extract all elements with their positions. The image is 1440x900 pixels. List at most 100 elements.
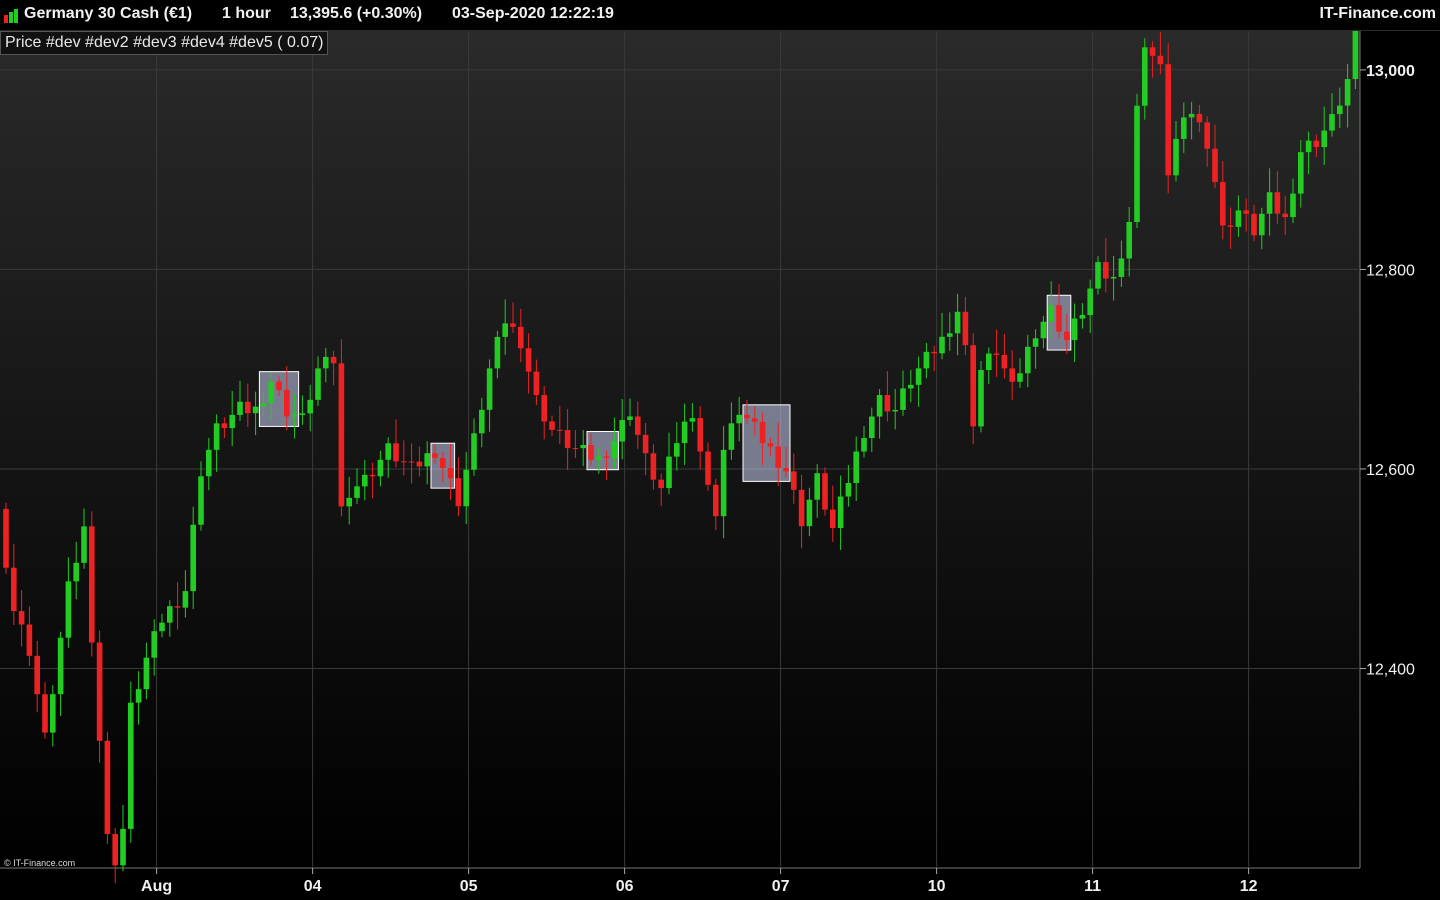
candle-body-113 — [884, 395, 891, 412]
timestamp: 03-Sep-2020 12:22:19 — [452, 5, 614, 22]
candle-body-121 — [947, 333, 953, 337]
x-tick-label-4: 07 — [772, 878, 790, 895]
title-bar: Germany 30 Cash (€1) 1 hour 13,395.6 (+0… — [0, 0, 1440, 31]
candle-body-105 — [822, 473, 828, 510]
candle-body-57 — [447, 468, 454, 479]
candle-body-81 — [635, 416, 641, 435]
candle-body-91 — [713, 484, 719, 517]
candle-body-48 — [377, 459, 384, 477]
candle-body-129 — [1009, 368, 1015, 382]
candle-body-155 — [1212, 148, 1218, 183]
candle-body-56 — [440, 457, 446, 469]
candle-body-76 — [596, 456, 602, 460]
candle-body-147 — [1149, 47, 1156, 56]
candle-body-10 — [81, 526, 87, 563]
candle-body-172 — [1344, 79, 1351, 106]
candle-body-93 — [728, 423, 735, 450]
candle-body-152 — [1188, 113, 1195, 118]
candle-body-167 — [1305, 140, 1312, 153]
x-axis-panel[interactable] — [0, 868, 1440, 900]
candle-body-118 — [923, 351, 930, 369]
candle-body-88 — [689, 418, 696, 422]
candle-body-142 — [1110, 276, 1117, 279]
timeframe[interactable]: 1 hour — [222, 5, 271, 23]
candle-body-46 — [362, 474, 368, 487]
candle-body-3 — [26, 624, 33, 656]
candle-body-70 — [549, 421, 555, 430]
candle-body-134 — [1048, 305, 1054, 322]
candle-body-20 — [159, 622, 165, 632]
candle-body-95 — [744, 414, 750, 419]
candle-body-103 — [806, 499, 813, 527]
candle-body-68 — [533, 371, 540, 396]
candle-body-162 — [1266, 192, 1273, 214]
candle-body-154 — [1204, 122, 1210, 149]
candle-body-98 — [767, 443, 774, 447]
candle-body-65 — [510, 323, 516, 327]
indicator-legend[interactable]: Price #dev #dev2 #dev3 #dev4 #dev5 ( 0.0… — [0, 31, 329, 55]
y-tick-label-2: 12,600 — [1366, 462, 1415, 479]
y-tick-label-1: 12,800 — [1366, 262, 1415, 279]
candle-body-170 — [1329, 114, 1335, 131]
candle-body-151 — [1181, 117, 1187, 139]
candle-body-71 — [557, 429, 563, 431]
candle-body-24 — [190, 524, 196, 592]
candle-body-1 — [11, 567, 17, 612]
candle-body-8 — [65, 581, 72, 638]
candle-body-50 — [393, 443, 399, 462]
candle-body-120 — [939, 336, 945, 354]
candle-body-51 — [401, 461, 407, 463]
chart-window: 13,000 12,800 12,600 12,400 Aug 04 05 06 07 10 11… — [0, 0, 1440, 900]
candle-body-107 — [837, 496, 844, 528]
candle-body-108 — [845, 483, 852, 497]
candle-body-160 — [1251, 213, 1257, 236]
copyright-text: © IT-Finance.com — [4, 858, 76, 868]
candle-body-94 — [736, 414, 742, 424]
candle-body-28 — [221, 423, 228, 429]
candle-body-31 — [245, 401, 251, 414]
candle-body-146 — [1142, 47, 1148, 106]
candle-body-66 — [518, 326, 524, 349]
y-axis-panel[interactable] — [1360, 30, 1440, 868]
candle-body-139 — [1087, 288, 1093, 316]
candle-body-164 — [1282, 213, 1288, 218]
price-chart[interactable]: 13,000 12,800 12,600 12,400 Aug 04 05 06 07 10 11… — [0, 0, 1440, 900]
candle-body-21 — [167, 606, 173, 623]
candle-body-143 — [1118, 258, 1125, 277]
candle-body-44 — [346, 497, 352, 507]
y-tick-label-3: 12,400 — [1366, 661, 1415, 678]
candle-body-114 — [892, 409, 898, 412]
candle-body-39 — [307, 399, 313, 414]
candle-body-100 — [783, 467, 789, 472]
candle-body-112 — [876, 395, 883, 417]
candle-body-79 — [619, 419, 625, 442]
brand-link[interactable]: IT-Finance.com — [1320, 5, 1436, 23]
candle-body-64 — [502, 323, 508, 337]
price-change: 13,395.6 (+0.30%) — [290, 5, 423, 22]
candle-body-55 — [432, 453, 438, 458]
candle-body-135 — [1056, 305, 1062, 332]
candle-body-15 — [120, 828, 126, 866]
candle-body-145 — [1134, 105, 1140, 222]
candle-body-106 — [830, 509, 836, 528]
candle-body-161 — [1259, 213, 1265, 236]
candle-body-92 — [720, 449, 727, 517]
candle-body-7 — [57, 637, 64, 695]
x-tick-label-1: 04 — [304, 878, 322, 895]
candle-body-80 — [627, 416, 633, 420]
candle-body-117 — [915, 368, 922, 385]
candle-body-62 — [486, 368, 493, 410]
candle-body-137 — [1071, 318, 1078, 341]
candle-body-148 — [1157, 55, 1164, 65]
candle-body-47 — [369, 474, 376, 477]
candle-body-124 — [970, 345, 976, 427]
candle-body-27 — [213, 423, 220, 450]
candle-body-168 — [1313, 140, 1320, 148]
candle-body-6 — [50, 694, 56, 733]
candle-body-86 — [674, 443, 680, 457]
candle-body-45 — [354, 486, 360, 498]
candle-body-38 — [299, 413, 306, 415]
candle-body-136 — [1064, 331, 1070, 341]
candle-body-60 — [471, 433, 477, 470]
candle-body-96 — [752, 418, 758, 422]
